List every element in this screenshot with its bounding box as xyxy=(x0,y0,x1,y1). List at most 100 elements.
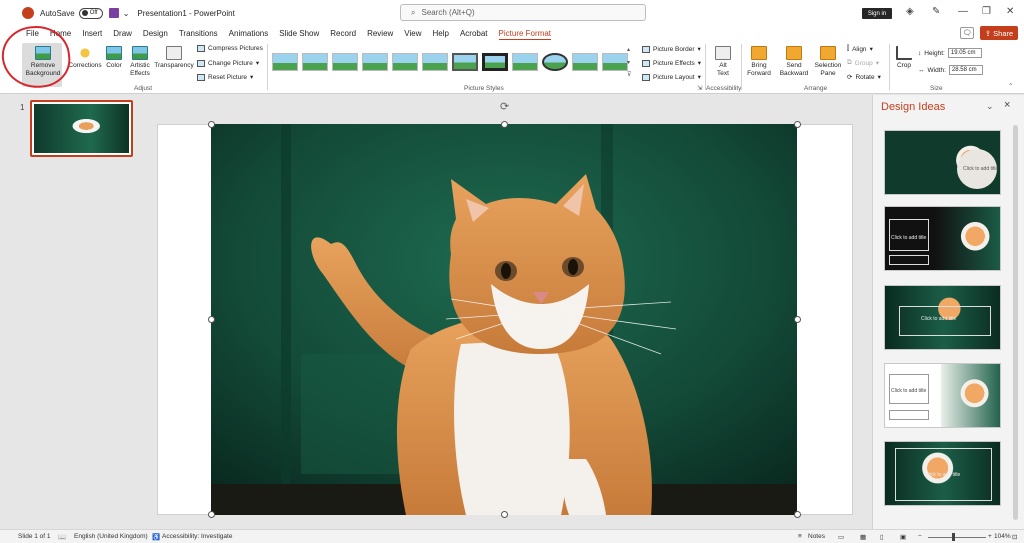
styles-gallery-scroll[interactable]: ▴ ▾ ⊽ xyxy=(627,46,635,78)
scroll-up-icon[interactable]: ▴ xyxy=(627,46,635,53)
tab-transitions[interactable]: Transitions xyxy=(179,29,218,38)
more-styles-icon[interactable]: ⊽ xyxy=(627,71,635,78)
zoom-level[interactable]: 104% xyxy=(994,533,1011,540)
picture-style-5[interactable] xyxy=(392,53,418,71)
rotate-handle-icon[interactable]: ⟳ xyxy=(500,100,509,113)
chevron-down-icon[interactable]: ⌄ xyxy=(123,9,130,18)
cat-picture[interactable] xyxy=(211,124,797,515)
tab-help[interactable]: Help xyxy=(433,29,449,38)
height-input[interactable]: 19.05 cm xyxy=(947,48,982,58)
picture-effects-button[interactable]: Picture Effects ▾ xyxy=(642,59,701,67)
design-idea-5[interactable]: Click to add title xyxy=(884,441,1001,506)
alt-text-button[interactable]: Alt Text xyxy=(710,46,736,77)
tab-insert[interactable]: Insert xyxy=(82,29,102,38)
zoom-slider-thumb[interactable] xyxy=(952,533,955,541)
reading-view-icon[interactable]: ▯ xyxy=(880,533,884,541)
design-pane-scrollbar[interactable] xyxy=(1013,125,1018,520)
fit-slide-icon[interactable]: ⊡ xyxy=(1012,533,1017,541)
group-button[interactable]: ⧉ Group ▾ xyxy=(847,59,879,67)
spelling-icon[interactable]: 📖 xyxy=(58,533,66,541)
transparency-button[interactable]: Transparency xyxy=(154,46,194,70)
design-idea-2[interactable]: Click to add title xyxy=(884,206,1001,271)
slide-thumbnail[interactable] xyxy=(30,100,133,157)
scroll-down-icon[interactable]: ▾ xyxy=(627,59,635,66)
tab-record[interactable]: Record xyxy=(330,29,356,38)
pen-icon[interactable]: ✎ xyxy=(932,6,940,17)
change-picture-button[interactable]: Change Picture ▾ xyxy=(197,59,259,67)
minimize-icon[interactable]: — xyxy=(958,6,968,17)
picture-border-button[interactable]: Picture Border ▾ xyxy=(642,45,701,53)
sign-in-button[interactable]: Sign in xyxy=(862,8,892,19)
selection-pane-button[interactable]: Selection Pane xyxy=(812,46,844,77)
zoom-in-icon[interactable]: + xyxy=(988,533,992,540)
chevron-down-icon[interactable]: ⌄ xyxy=(986,101,994,112)
tab-review[interactable]: Review xyxy=(367,29,393,38)
picture-style-7[interactable] xyxy=(452,53,478,71)
group-separator xyxy=(889,44,890,90)
picture-layout-button[interactable]: Picture Layout ▾ xyxy=(642,73,701,81)
artistic-effects-button[interactable]: Artistic Effects xyxy=(124,46,156,77)
tab-animations[interactable]: Animations xyxy=(229,29,269,38)
height-icon: ↕ xyxy=(918,49,922,57)
crop-button[interactable]: Crop xyxy=(893,46,915,70)
picture-style-11[interactable] xyxy=(572,53,598,71)
resize-handle-bottom-left[interactable] xyxy=(208,511,215,518)
tab-slide-show[interactable]: Slide Show xyxy=(279,29,319,38)
tab-picture-format[interactable]: Picture Format xyxy=(498,29,552,41)
design-idea-4[interactable]: Click to add title xyxy=(884,363,1001,428)
picture-style-9[interactable] xyxy=(512,53,538,71)
picture-style-10[interactable] xyxy=(542,53,568,71)
diamond-icon[interactable]: ◈ xyxy=(906,6,914,17)
design-idea-3[interactable]: Click to add title xyxy=(884,285,1001,350)
zoom-slider-track[interactable] xyxy=(928,537,986,538)
resize-handle-right[interactable] xyxy=(794,316,801,323)
align-button[interactable]: ⫿ Align ▾ xyxy=(847,45,873,53)
accessibility-status[interactable]: Accessibility: Investigate xyxy=(162,533,232,540)
compress-pictures-button[interactable]: Compress Pictures xyxy=(197,45,263,52)
share-button[interactable]: ⇪ Share xyxy=(980,26,1018,40)
tab-design[interactable]: Design xyxy=(143,29,168,38)
dialog-launcher-icon[interactable]: ⇲ xyxy=(697,84,702,92)
slide-counter: Slide 1 of 1 xyxy=(18,533,51,540)
tab-draw[interactable]: Draw xyxy=(113,29,132,38)
picture-style-3[interactable] xyxy=(332,53,358,71)
collapse-ribbon-icon[interactable]: ⌃ xyxy=(1008,82,1013,90)
normal-view-icon[interactable]: ▭ xyxy=(838,533,844,541)
restore-icon[interactable]: ❐ xyxy=(982,6,991,17)
tab-acrobat[interactable]: Acrobat xyxy=(460,29,488,38)
resize-handle-top[interactable] xyxy=(501,121,508,128)
close-icon[interactable]: × xyxy=(1004,99,1010,111)
width-input[interactable]: 28.58 cm xyxy=(948,65,983,75)
zoom-out-icon[interactable]: − xyxy=(918,533,922,540)
save-icon[interactable] xyxy=(108,8,119,18)
resize-handle-left[interactable] xyxy=(208,316,215,323)
autosave-toggle[interactable]: Off xyxy=(78,7,103,19)
resize-handle-top-right[interactable] xyxy=(794,121,801,128)
accessibility-icon: ♿ xyxy=(152,534,161,541)
resize-handle-bottom[interactable] xyxy=(501,511,508,518)
design-idea-1[interactable]: Click to add title xyxy=(884,130,1001,195)
comments-icon[interactable]: 🗨 xyxy=(960,27,974,39)
picture-style-2[interactable] xyxy=(302,53,328,71)
reset-picture-button[interactable]: Reset Picture ▾ xyxy=(197,73,253,81)
language-status[interactable]: English (United Kingdom) xyxy=(74,533,148,540)
search-box[interactable]: ⌕ Search (Alt+Q) xyxy=(400,4,646,21)
picture-style-8[interactable] xyxy=(482,53,508,71)
height-label: Height: xyxy=(924,49,945,57)
resize-handle-top-left[interactable] xyxy=(208,121,215,128)
rotate-button[interactable]: ⟳ Rotate ▾ xyxy=(847,73,881,82)
bring-forward-button[interactable]: Bring Forward xyxy=(745,46,773,77)
send-backward-button[interactable]: Send Backward xyxy=(777,46,811,77)
close-icon[interactable]: ✕ xyxy=(1006,6,1014,17)
slide-sorter-icon[interactable]: ▦ xyxy=(860,533,866,541)
tab-view[interactable]: View xyxy=(404,29,421,38)
notes-button[interactable]: Notes xyxy=(808,533,825,540)
compress-label: Compress Pictures xyxy=(208,45,263,52)
slideshow-icon[interactable]: ▣ xyxy=(900,533,906,541)
picture-style-6[interactable] xyxy=(422,53,448,71)
resize-handle-bottom-right[interactable] xyxy=(794,511,801,518)
picture-style-1[interactable] xyxy=(272,53,298,71)
picture-style-12[interactable] xyxy=(602,53,628,71)
corrections-button[interactable]: Corrections xyxy=(66,46,104,70)
picture-style-4[interactable] xyxy=(362,53,388,71)
